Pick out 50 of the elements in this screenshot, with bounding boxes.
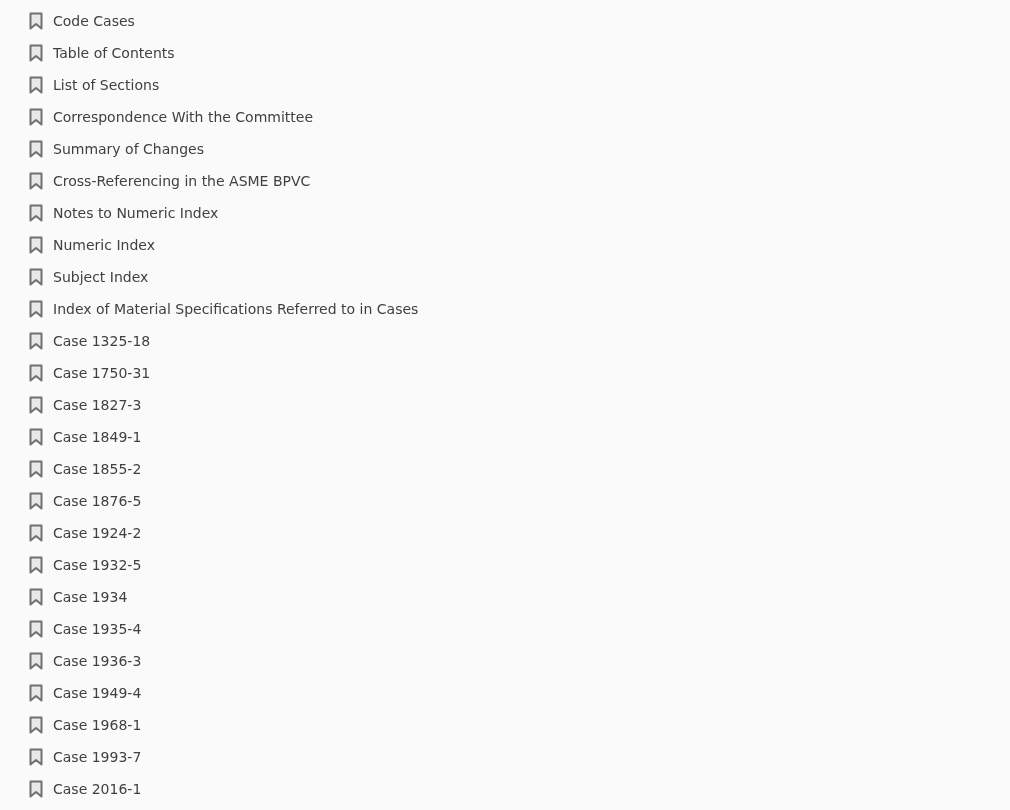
bookmark-icon	[29, 140, 43, 158]
bookmark-item[interactable]: Case 1968-1	[53, 716, 142, 734]
bookmark-icon	[29, 716, 43, 734]
bookmark-icon	[29, 748, 43, 766]
bookmark-icon	[29, 396, 43, 414]
bookmark-item[interactable]: List of Sections	[53, 76, 160, 94]
bookmark-icon	[29, 108, 43, 126]
bookmark-item[interactable]: Notes to Numeric Index	[53, 204, 219, 222]
bookmark-icon	[29, 268, 43, 286]
bookmark-item[interactable]: Case 1993-7	[53, 748, 142, 766]
bookmark-item[interactable]: Cross-Referencing in the ASME BPVC	[53, 172, 311, 190]
bookmark-item[interactable]: Table of Contents	[53, 44, 175, 62]
bookmark-item[interactable]: Case 1934	[53, 588, 128, 606]
bookmark-item[interactable]: Correspondence With the Committee	[53, 108, 314, 126]
bookmark-icon	[29, 204, 43, 222]
bookmark-icon	[29, 556, 43, 574]
bookmark-item[interactable]: Case 1827-3	[53, 396, 142, 414]
bookmark-icon	[29, 332, 43, 350]
bookmark-icon	[29, 460, 43, 478]
bookmark-icon	[29, 524, 43, 542]
bookmark-item[interactable]: Summary of Changes	[53, 140, 204, 158]
bookmark-icon	[29, 428, 43, 446]
bookmark-item[interactable]: Case 1936-3	[53, 652, 142, 670]
bookmark-item[interactable]: Case 1849-1	[53, 428, 142, 446]
bookmark-icon	[29, 300, 43, 318]
bookmark-item[interactable]: Case 1325-18	[53, 332, 151, 350]
bookmark-icon	[29, 780, 43, 798]
bookmark-item[interactable]: Subject Index	[53, 268, 149, 286]
bookmark-item[interactable]: Case 1876-5	[53, 492, 142, 510]
bookmark-icon	[29, 44, 43, 62]
bookmark-item[interactable]: Case 1949-4	[53, 684, 142, 702]
bookmark-item[interactable]: Case 2016-1	[53, 780, 142, 798]
bookmark-item[interactable]: Case 1932-5	[53, 556, 142, 574]
bookmark-icon	[29, 652, 43, 670]
bookmark-icon	[29, 172, 43, 190]
bookmark-item[interactable]: Index of Material Specifications Referred to in Cases	[53, 300, 419, 318]
bookmark-icon	[29, 684, 43, 702]
bookmark-icon	[29, 12, 43, 30]
bookmark-item[interactable]: Case 1750-31	[53, 364, 151, 382]
bookmark-icon	[29, 588, 43, 606]
bookmark-icon	[29, 236, 43, 254]
bookmark-icon	[29, 76, 43, 94]
bookmark-item[interactable]: Case 1924-2	[53, 524, 142, 542]
bookmark-icon	[29, 620, 43, 638]
bookmark-icon	[29, 492, 43, 510]
bookmark-item[interactable]: Case 1935-4	[53, 620, 142, 638]
bookmark-icon	[29, 364, 43, 382]
bookmark-item[interactable]: Code Cases	[53, 12, 135, 30]
bookmark-item[interactable]: Numeric Index	[53, 236, 155, 254]
bookmark-item[interactable]: Case 1855-2	[53, 460, 142, 478]
